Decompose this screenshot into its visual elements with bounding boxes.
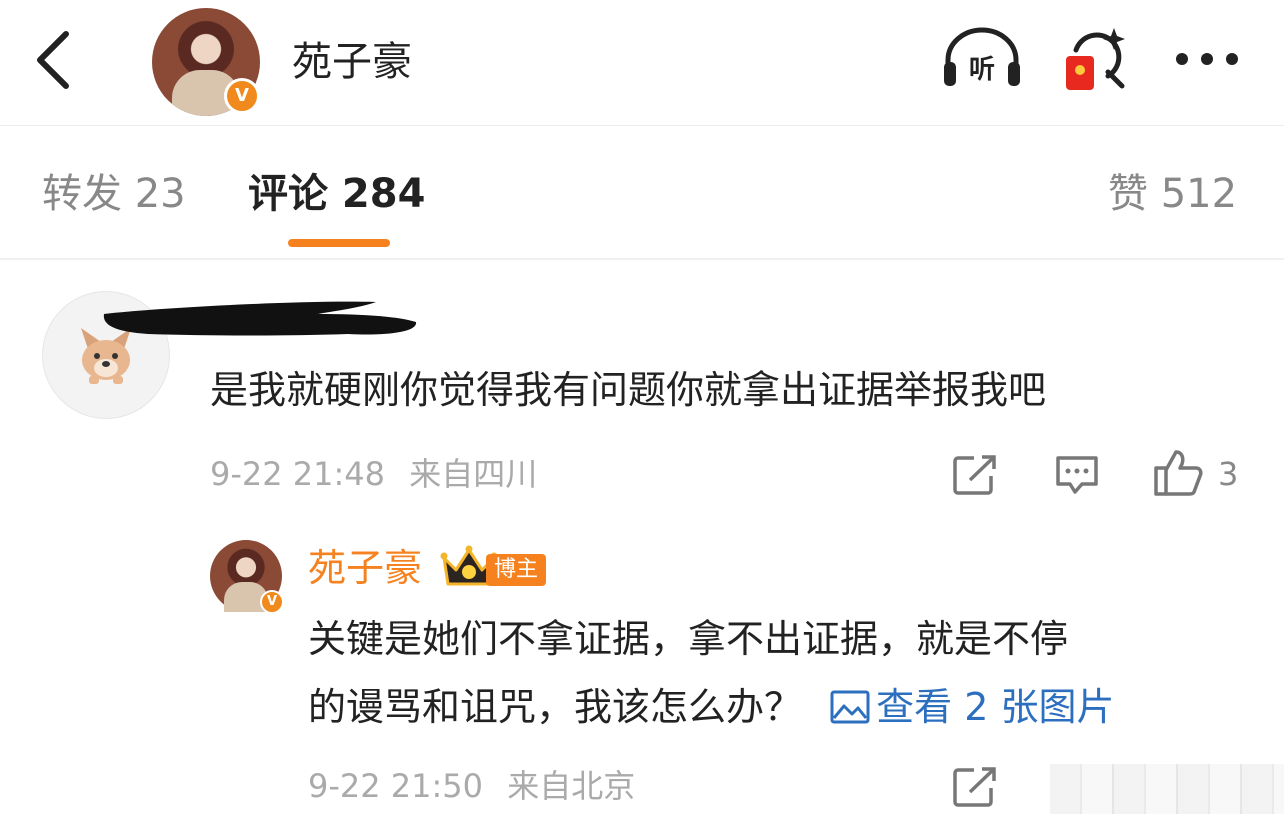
comment-location: 来自四川 bbox=[409, 455, 538, 493]
comment-reply-button[interactable] bbox=[1054, 454, 1100, 500]
back-arrow-icon bbox=[37, 31, 69, 89]
reply-meta: 9-22 21:50 来自北京 bbox=[308, 764, 635, 808]
like-count: 3 bbox=[1218, 455, 1239, 493]
reply-verified-badge: V bbox=[260, 590, 284, 614]
comment-share-button[interactable] bbox=[952, 454, 998, 500]
tab-likes[interactable]: 赞 512 bbox=[1108, 166, 1237, 222]
blogger-badge: 博主 bbox=[486, 554, 547, 586]
tabs-divider bbox=[0, 258, 1284, 260]
listen-label: 听 bbox=[969, 55, 995, 85]
more-button[interactable] bbox=[1172, 46, 1242, 76]
reply-text-line2-content: 的谩骂和诅咒，我该怎么办？ bbox=[308, 685, 803, 729]
comment-text: 是我就硬刚你觉得我有问题你就拿出证据举报我吧 bbox=[210, 368, 1047, 412]
reply-location: 来自北京 bbox=[507, 767, 636, 805]
comment-meta: 9-22 21:48 来自四川 bbox=[210, 452, 537, 496]
redacted-username bbox=[103, 301, 417, 336]
thumbs-up-icon bbox=[1154, 450, 1203, 496]
reply-avatar[interactable]: V bbox=[210, 540, 284, 614]
more-dots-icon bbox=[1176, 53, 1238, 65]
picture-icon bbox=[830, 690, 870, 724]
red-packet-search-button[interactable] bbox=[1062, 22, 1132, 98]
share-icon bbox=[953, 455, 996, 495]
active-tab-indicator bbox=[288, 239, 390, 247]
reply-share-button[interactable] bbox=[952, 766, 998, 812]
comment-like-button[interactable] bbox=[1152, 448, 1204, 502]
reply-text-line2: 的谩骂和诅咒，我该怎么办？ 查看 2 张图片 bbox=[308, 678, 1114, 736]
view-pictures-label: 查看 2 张图片 bbox=[876, 685, 1115, 729]
comment-time: 9-22 21:48 bbox=[210, 455, 386, 493]
listen-icon: 听 bbox=[944, 27, 1020, 86]
reply-username[interactable]: 苑子豪 bbox=[308, 540, 422, 596]
reply-time: 9-22 21:50 bbox=[308, 767, 484, 805]
listen-button[interactable]: 听 bbox=[940, 26, 1024, 96]
header-divider bbox=[0, 125, 1284, 126]
reply-text-line1: 关键是她们不拿证据，拿不出证据，就是不停 bbox=[308, 617, 1069, 661]
page-title[interactable]: 苑子豪 bbox=[292, 36, 412, 88]
share-icon bbox=[953, 767, 996, 807]
tab-reposts[interactable]: 转发 23 bbox=[42, 166, 186, 222]
view-pictures-link[interactable]: 查看 2 张图片 bbox=[830, 685, 1114, 729]
back-button[interactable] bbox=[30, 28, 80, 92]
pixelated-overlay bbox=[1050, 764, 1284, 814]
red-packet-search-icon bbox=[1066, 28, 1125, 90]
tab-comments[interactable]: 评论 284 bbox=[248, 166, 425, 222]
comment-bubble-icon bbox=[1056, 456, 1098, 494]
verified-badge: V bbox=[224, 78, 260, 114]
